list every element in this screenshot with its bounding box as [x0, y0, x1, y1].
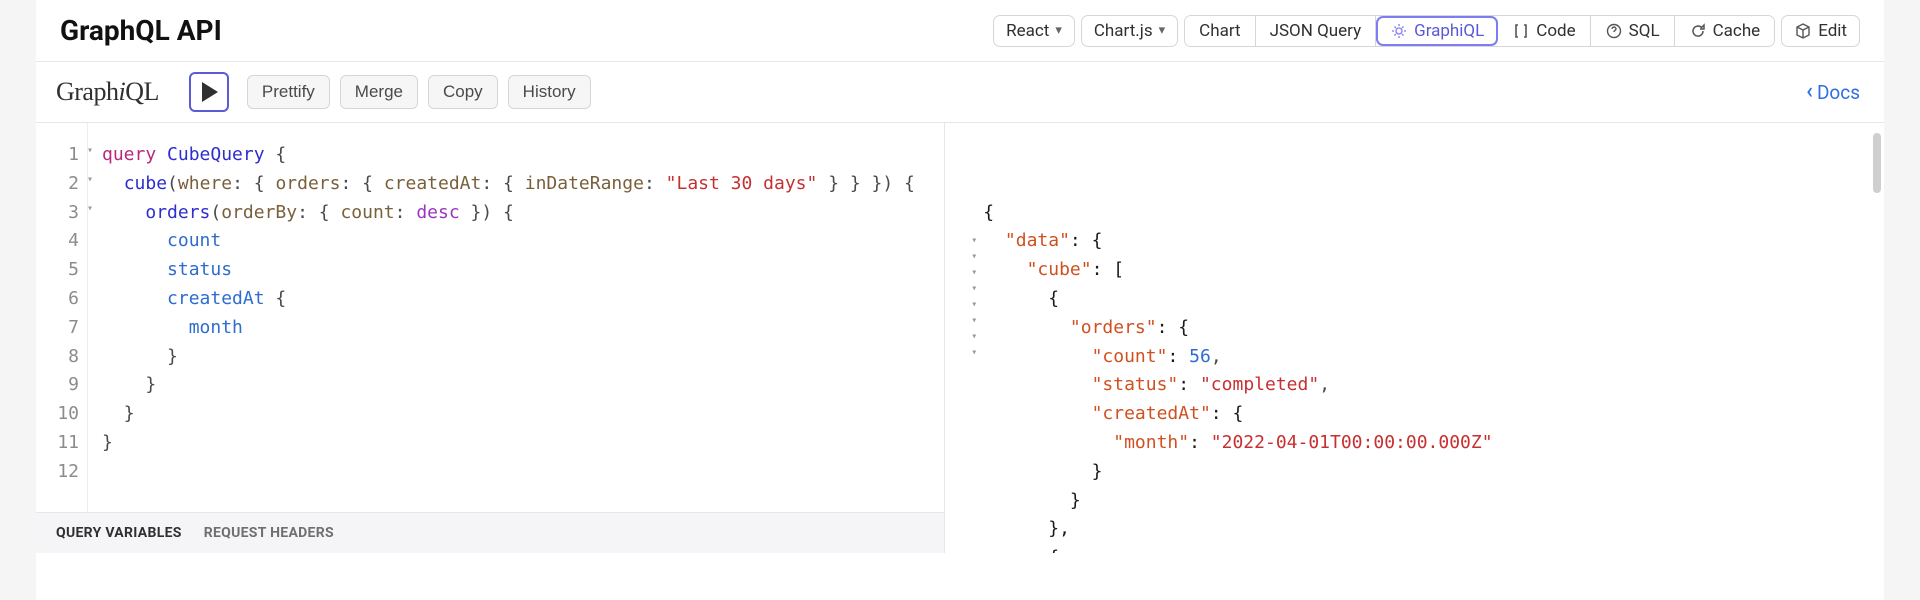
docs-link-label: Docs	[1817, 81, 1860, 104]
framework-select[interactable]: React ▾	[993, 15, 1075, 47]
brackets-icon	[1512, 22, 1530, 40]
tab-graphiql[interactable]: GraphiQL	[1376, 16, 1498, 46]
scrollbar-thumb[interactable]	[1873, 133, 1881, 193]
view-tabs: Chart JSON Query GraphiQL Code	[1184, 15, 1775, 47]
tab-cache[interactable]: Cache	[1675, 16, 1775, 46]
graphiql-logo: GraphiQL	[56, 77, 159, 107]
chevron-down-icon: ▾	[1055, 24, 1062, 37]
edit-button-label: Edit	[1818, 21, 1847, 41]
fold-icon[interactable]: ▾	[87, 143, 93, 159]
tab-label: GraphiQL	[1414, 21, 1484, 41]
graphiql-toolbar: GraphiQL Prettify Merge Copy History ‹ D…	[36, 62, 1884, 123]
tab-label: Chart	[1199, 21, 1240, 41]
prettify-button[interactable]: Prettify	[247, 75, 330, 109]
framework-select-label: React	[1006, 21, 1049, 41]
tab-json-query[interactable]: JSON Query	[1256, 16, 1377, 46]
tab-label: SQL	[1629, 21, 1660, 41]
tab-sql[interactable]: SQL	[1591, 16, 1675, 46]
chevron-down-icon: ▾	[1159, 24, 1166, 37]
page-title: GraphQL API	[60, 14, 222, 47]
docs-link[interactable]: ‹ Docs	[1806, 81, 1860, 104]
copy-button[interactable]: Copy	[428, 75, 498, 109]
chartlib-select-label: Chart.js	[1094, 21, 1153, 41]
fold-icon[interactable]: ▾	[87, 201, 93, 217]
top-toolbar: React ▾ Chart.js ▾ Chart JSON Query Grap…	[993, 15, 1860, 47]
play-icon	[202, 82, 218, 102]
tab-label: Code	[1536, 21, 1575, 41]
header: GraphQL API React ▾ Chart.js ▾ Chart JSO…	[36, 0, 1884, 62]
query-editor-column: 1▾ 2▾ 3▾ 4 5 6 7 8 9 10 11 12 query Cube…	[36, 123, 945, 553]
tab-query-variables[interactable]: QUERY VARIABLES	[56, 525, 182, 541]
chevron-left-icon: ‹	[1806, 81, 1813, 103]
result-fold-gutter: ▾▾▾▾▾▾▾▾	[965, 199, 983, 411]
tab-chart[interactable]: Chart	[1185, 16, 1255, 46]
execute-button[interactable]	[189, 72, 229, 112]
tab-code[interactable]: Code	[1498, 16, 1590, 46]
merge-button[interactable]: Merge	[340, 75, 418, 109]
tab-label: JSON Query	[1270, 21, 1362, 41]
tab-request-headers[interactable]: REQUEST HEADERS	[204, 525, 334, 541]
refresh-icon	[1689, 22, 1707, 40]
fold-icon[interactable]: ▾	[87, 172, 93, 188]
result-viewer[interactable]: ▾▾▾▾▾▾▾▾ { "data": { "cube": [ { "orders…	[945, 123, 1884, 553]
editor-bottom-tabs: QUERY VARIABLES REQUEST HEADERS	[36, 512, 944, 553]
chartlib-select[interactable]: Chart.js ▾	[1081, 15, 1178, 47]
cube-icon	[1794, 22, 1812, 40]
query-editor[interactable]: query CubeQuery { cube(where: { orders: …	[88, 123, 944, 512]
vertical-scrollbar[interactable]	[1870, 123, 1884, 553]
editor-area: 1▾ 2▾ 3▾ 4 5 6 7 8 9 10 11 12 query Cube…	[36, 123, 1884, 553]
edit-button[interactable]: Edit	[1781, 15, 1860, 47]
history-button[interactable]: History	[508, 75, 591, 109]
question-icon	[1605, 22, 1623, 40]
sparkle-icon	[1390, 22, 1408, 40]
tab-label: Cache	[1713, 21, 1761, 41]
line-gutter: 1▾ 2▾ 3▾ 4 5 6 7 8 9 10 11 12	[36, 123, 88, 512]
